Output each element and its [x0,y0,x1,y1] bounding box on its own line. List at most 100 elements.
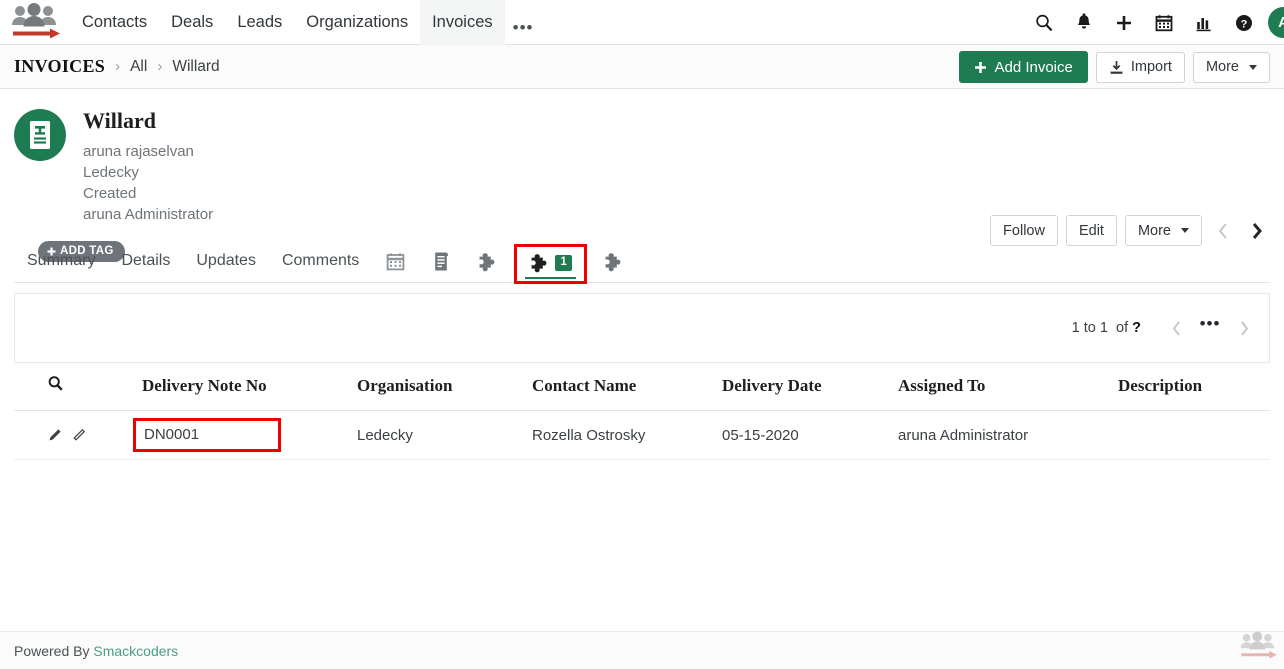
column-header-delivery-note-no[interactable]: Delivery Note No [142,363,357,411]
column-header-assigned-to[interactable]: Assigned To [898,363,1118,411]
record-detail-line: Ledecky [83,162,213,183]
delivery-notes-table: Delivery Note No Organisation Contact Na… [14,363,1270,460]
column-header-contact-name[interactable]: Contact Name [532,363,722,411]
more-button[interactable]: More [1193,52,1270,83]
tab-extension-2[interactable] [589,252,638,282]
page-title: Willard [83,109,213,133]
nav-overflow-menu[interactable]: ••• [505,0,542,45]
chevron-right-icon: › [115,58,120,75]
tab-calendar[interactable] [372,252,419,282]
chevron-right-icon: › [157,58,162,75]
list-filter-panel: 1 to 1 of ? ••• [14,293,1270,363]
delivery-notes-table-wrapper: Delivery Note No Organisation Contact Na… [0,363,1284,460]
record-avatar [14,109,66,161]
chevron-left-icon [1171,320,1182,337]
breadcrumb-actions: Add Invoice Import More [959,45,1270,89]
people-arrow-logo-icon [6,3,64,41]
breadcrumb: INVOICES › All › Willard [0,56,220,77]
chevron-down-icon [1249,65,1257,70]
notes-icon [433,251,449,272]
top-navigation-bar: Contacts Deals Leads Organizations Invoi… [0,0,1284,45]
record-tab-bar: Summary Details Updates Comments 1 [14,239,1270,283]
pagination-controls: 1 to 1 of ? ••• [1072,313,1261,343]
import-button[interactable]: Import [1096,52,1185,83]
download-icon [1109,60,1124,75]
chart-icon[interactable] [1184,0,1224,45]
record-info: Willard aruna rajaselvan Ledecky Created… [83,109,213,225]
column-header-search [14,363,142,411]
column-header-description[interactable]: Description [1118,363,1270,411]
calendar-icon [386,252,405,272]
column-header-delivery-date[interactable]: Delivery Date [722,363,898,411]
cell-organisation: Ledecky [357,411,532,460]
tab-extension-1[interactable] [463,252,512,282]
tab-updates[interactable]: Updates [183,252,269,282]
column-header-organisation[interactable]: Organisation [357,363,532,411]
nav-item-invoices[interactable]: Invoices [420,0,505,45]
table-body: DN0001 Ledecky Rozella Ostrosky 05-15-20… [14,411,1270,460]
chevron-down-icon [1181,228,1189,233]
table-head: Delivery Note No Organisation Contact Na… [14,363,1270,411]
tab-summary[interactable]: Summary [14,252,108,282]
people-arrow-logo-icon [1236,631,1280,661]
footer-logo [1236,631,1280,666]
edit-inline-icon[interactable] [71,428,86,443]
footer-powered-by-label: Powered By [14,643,89,659]
calendar-icon[interactable] [1144,0,1184,45]
puzzle-icon [529,253,550,273]
delivery-note-no-link[interactable]: DN0001 [133,418,281,452]
table-header-row: Delivery Note No Organisation Contact Na… [14,363,1270,411]
record-detail-line: aruna rajaselvan [83,141,213,162]
user-avatar[interactable]: A [1268,7,1284,38]
pagination-range: 1 to 1 [1072,320,1108,336]
add-invoice-label: Add Invoice [994,59,1072,76]
nav-item-organizations[interactable]: Organizations [294,0,420,45]
record-detail-line: Created [83,183,213,204]
breadcrumb-bar: INVOICES › All › Willard Add Invoice Imp… [0,45,1284,89]
status-badge: 1 [555,255,571,272]
tab-notes[interactable] [419,251,463,282]
plus-icon [974,61,987,74]
app-logo[interactable] [0,0,70,45]
search-icon[interactable] [47,375,64,392]
add-invoice-button[interactable]: Add Invoice [959,51,1087,83]
nav-item-leads[interactable]: Leads [225,0,294,45]
breadcrumb-current: Willard [172,58,219,76]
pagination-more-button[interactable]: ••• [1193,319,1227,337]
tab-details[interactable]: Details [108,252,183,282]
cell-description [1118,411,1270,460]
tab-comments[interactable]: Comments [269,252,372,282]
top-nav-right-icons: ? A [1024,0,1284,45]
pagination-previous-button[interactable] [1159,313,1193,343]
page-footer: Powered By Smackcoders [0,631,1284,669]
plus-icon[interactable] [1104,0,1144,45]
footer-brand-link[interactable]: Smackcoders [93,643,178,659]
tab-delivery-notes[interactable]: 1 [514,244,586,284]
record-more-label: More [1138,223,1171,239]
record-detail-line: aruna Administrator [83,204,213,225]
puzzle-icon [603,252,624,272]
footer-credit: Powered By Smackcoders [0,643,178,659]
svg-text:?: ? [1241,18,1248,30]
puzzle-icon [477,252,498,272]
bell-icon[interactable] [1064,0,1104,45]
record-header: Willard aruna rajaselvan Ledecky Created… [0,89,1284,239]
pagination-total: ? [1132,320,1141,336]
nav-item-contacts[interactable]: Contacts [70,0,159,45]
pagination-of-label: of [1116,320,1128,336]
breadcrumb-filter[interactable]: All [130,58,147,76]
cell-delivery-note-no: DN0001 [142,411,357,460]
pagination-summary: 1 to 1 of ? [1072,320,1141,336]
pagination-next-button[interactable] [1227,313,1261,343]
chevron-left-icon [1217,222,1229,240]
pencil-icon[interactable] [47,428,62,443]
breadcrumb-module[interactable]: INVOICES [14,56,105,77]
table-row[interactable]: DN0001 Ledecky Rozella Ostrosky 05-15-20… [14,411,1270,460]
help-icon[interactable]: ? [1224,0,1264,45]
primary-nav-items: Contacts Deals Leads Organizations Invoi… [70,0,541,45]
more-label: More [1206,59,1239,75]
search-icon[interactable] [1024,0,1064,45]
invoice-document-icon [25,119,55,151]
nav-item-deals[interactable]: Deals [159,0,225,45]
cell-assigned-to: aruna Administrator [898,411,1118,460]
